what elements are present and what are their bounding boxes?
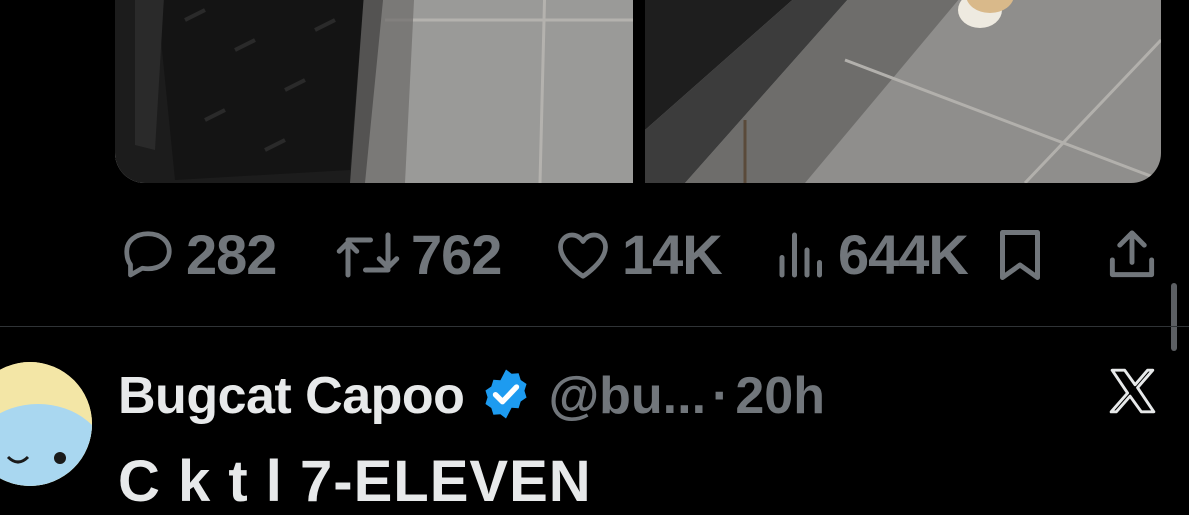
share-button[interactable] (1105, 220, 1159, 290)
bookmark-icon (1000, 230, 1040, 280)
tweet-media-grid[interactable] (115, 0, 1161, 183)
media-image-1[interactable] (115, 0, 633, 183)
capoo-avatar-image (0, 362, 92, 486)
share-icon (1109, 230, 1155, 278)
reply-count: 282 (186, 223, 277, 286)
heart-icon (558, 232, 608, 279)
reply-button[interactable]: 282 (118, 220, 277, 290)
separator-dot: · (712, 367, 730, 425)
like-count: 14K (622, 223, 723, 286)
display-name[interactable]: Bugcat Capoo (118, 366, 465, 426)
tweet-action-bar: 282 762 14K 644K (0, 220, 1189, 290)
tweet-header: Bugcat Capoo @bu... · 20h (118, 362, 825, 430)
user-handle[interactable]: @bu... (548, 366, 706, 426)
retweet-count: 762 (411, 223, 502, 286)
view-count: 644K (838, 223, 969, 286)
scrollbar-thumb[interactable] (1171, 283, 1177, 351)
verified-badge-icon (478, 366, 534, 427)
media-image-2[interactable] (645, 0, 1161, 183)
views-button[interactable]: 644K (774, 220, 969, 290)
tweet-divider (0, 326, 1189, 327)
timestamp[interactable]: 20h (735, 366, 825, 426)
retweet-icon (336, 232, 400, 278)
avatar[interactable] (0, 362, 92, 486)
x-logo-icon[interactable] (1108, 368, 1158, 419)
bookmark-button[interactable] (995, 220, 1045, 290)
like-button[interactable]: 14K (552, 220, 723, 290)
reply-icon (124, 231, 172, 278)
views-chart-icon (779, 232, 822, 278)
retweet-button[interactable]: 762 (333, 220, 502, 290)
tweet-text: C k t l 7-ELEVEN (118, 449, 592, 514)
